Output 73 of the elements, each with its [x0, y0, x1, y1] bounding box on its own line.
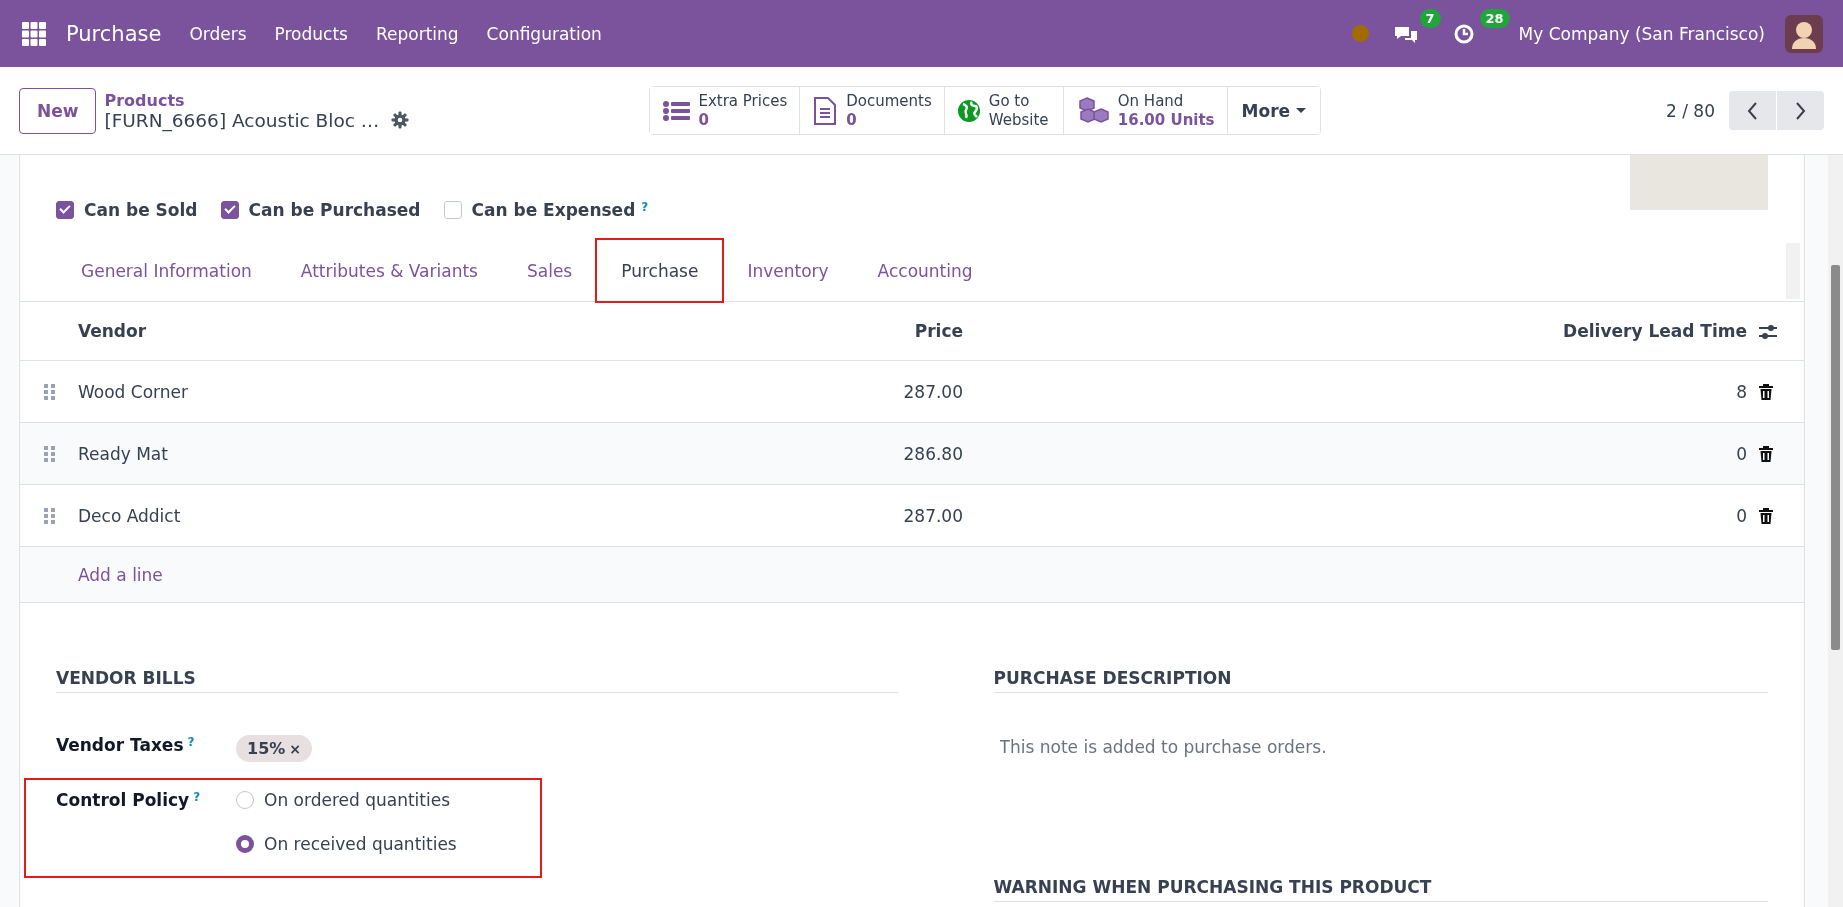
document-icon — [812, 95, 839, 126]
radio-label: On received quantities — [264, 834, 457, 854]
radio-button[interactable] — [236, 835, 254, 853]
table-cell-text: 286.80 — [902, 443, 963, 464]
help-mark[interactable]: ? — [187, 735, 195, 749]
drag-handle-icon[interactable] — [43, 445, 55, 462]
table-cell-text: Wood Corner — [78, 381, 189, 402]
smart-button[interactable]: Extra Prices 0 — [650, 87, 801, 134]
tab[interactable]: Sales — [502, 240, 597, 301]
column-options-icon[interactable] — [1759, 322, 1777, 340]
menu-item[interactable]: Reporting — [361, 23, 473, 44]
gear-icon[interactable] — [391, 111, 410, 129]
clock-icon[interactable] — [1452, 22, 1475, 45]
tab[interactable]: Attributes & Variants — [276, 240, 502, 301]
trash-icon[interactable] — [1759, 445, 1773, 462]
table-cell-text: 0 — [1735, 443, 1747, 464]
pager-value: 2 / 80 — [1666, 100, 1715, 121]
new-button[interactable]: New — [19, 87, 97, 134]
menu-item[interactable]: Orders — [175, 23, 261, 44]
menu-item[interactable]: Configuration — [472, 23, 616, 44]
tab[interactable]: Accounting — [853, 240, 997, 301]
checkbox-label: Can be Sold — [84, 199, 198, 220]
help-mark[interactable]: ? — [641, 199, 649, 214]
message-count-badge: 7 — [1419, 8, 1441, 28]
checkbox[interactable] — [443, 200, 462, 219]
table-cell-text: 8 — [1735, 381, 1747, 402]
list-icon — [662, 98, 691, 123]
checkbox[interactable] — [56, 200, 74, 219]
remove-tag-button[interactable]: × — [289, 741, 302, 757]
chevron-left-icon — [1747, 101, 1758, 120]
tax-tag[interactable]: 15% × — [236, 735, 313, 762]
help-mark[interactable]: ? — [193, 790, 201, 804]
tab[interactable]: Purchase — [597, 240, 723, 301]
caret-icon — [1296, 108, 1307, 113]
apps-menu-icon[interactable] — [22, 21, 46, 46]
column-header[interactable]: Price — [720, 321, 963, 341]
table-cell-text: Ready Mat — [78, 443, 169, 464]
record-title: [FURN_6666] Acoustic Bloc … — [104, 109, 380, 131]
tab[interactable]: Inventory — [723, 240, 853, 301]
column-header[interactable]: Vendor — [78, 321, 720, 341]
company-switcher[interactable]: My Company (San Francisco) — [1518, 23, 1765, 44]
column-header[interactable]: Delivery Lead Time — [963, 321, 1747, 341]
drag-handle-icon[interactable] — [43, 507, 55, 524]
previous-button[interactable] — [1729, 91, 1776, 130]
checkbox[interactable] — [220, 200, 239, 219]
drag-handle-icon[interactable] — [43, 383, 55, 400]
activity-count-badge: 28 — [1479, 8, 1510, 28]
app-name[interactable]: Purchase — [66, 21, 162, 46]
section-heading: WARNING WHEN PURCHASING THIS PRODUCT — [993, 877, 1768, 902]
menu-item[interactable]: Products — [260, 23, 362, 44]
table-cell-text: 287.00 — [902, 505, 963, 526]
section-heading: PURCHASE DESCRIPTION — [993, 668, 1768, 693]
page-scrollbar[interactable] — [1828, 155, 1843, 907]
status-dot-icon[interactable] — [1351, 25, 1369, 42]
field-label: Vendor Taxes — [56, 735, 184, 757]
radio-label: On ordered quantities — [264, 790, 451, 810]
next-button[interactable] — [1777, 91, 1824, 130]
globe-icon — [956, 98, 981, 123]
checkbox-label: Can be Purchased — [248, 199, 421, 220]
checkbox-label: Can be Expensed — [471, 199, 636, 220]
breadcrumb-link[interactable]: Products — [104, 90, 545, 110]
table-cell-text: 287.00 — [902, 381, 963, 402]
trash-icon[interactable] — [1759, 383, 1773, 400]
tab[interactable]: General Information — [57, 240, 276, 301]
trash-icon[interactable] — [1759, 507, 1773, 524]
chevron-right-icon — [1795, 101, 1806, 120]
user-avatar[interactable] — [1785, 14, 1823, 53]
section-heading: VENDOR BILLS — [56, 668, 898, 693]
table-cell-text: Deco Addict — [78, 505, 182, 526]
table-cell-text: 0 — [1735, 505, 1747, 526]
add-line-link[interactable]: Add a line — [78, 564, 163, 585]
field-label: Control Policy — [56, 790, 190, 812]
radio-button[interactable] — [236, 791, 254, 809]
